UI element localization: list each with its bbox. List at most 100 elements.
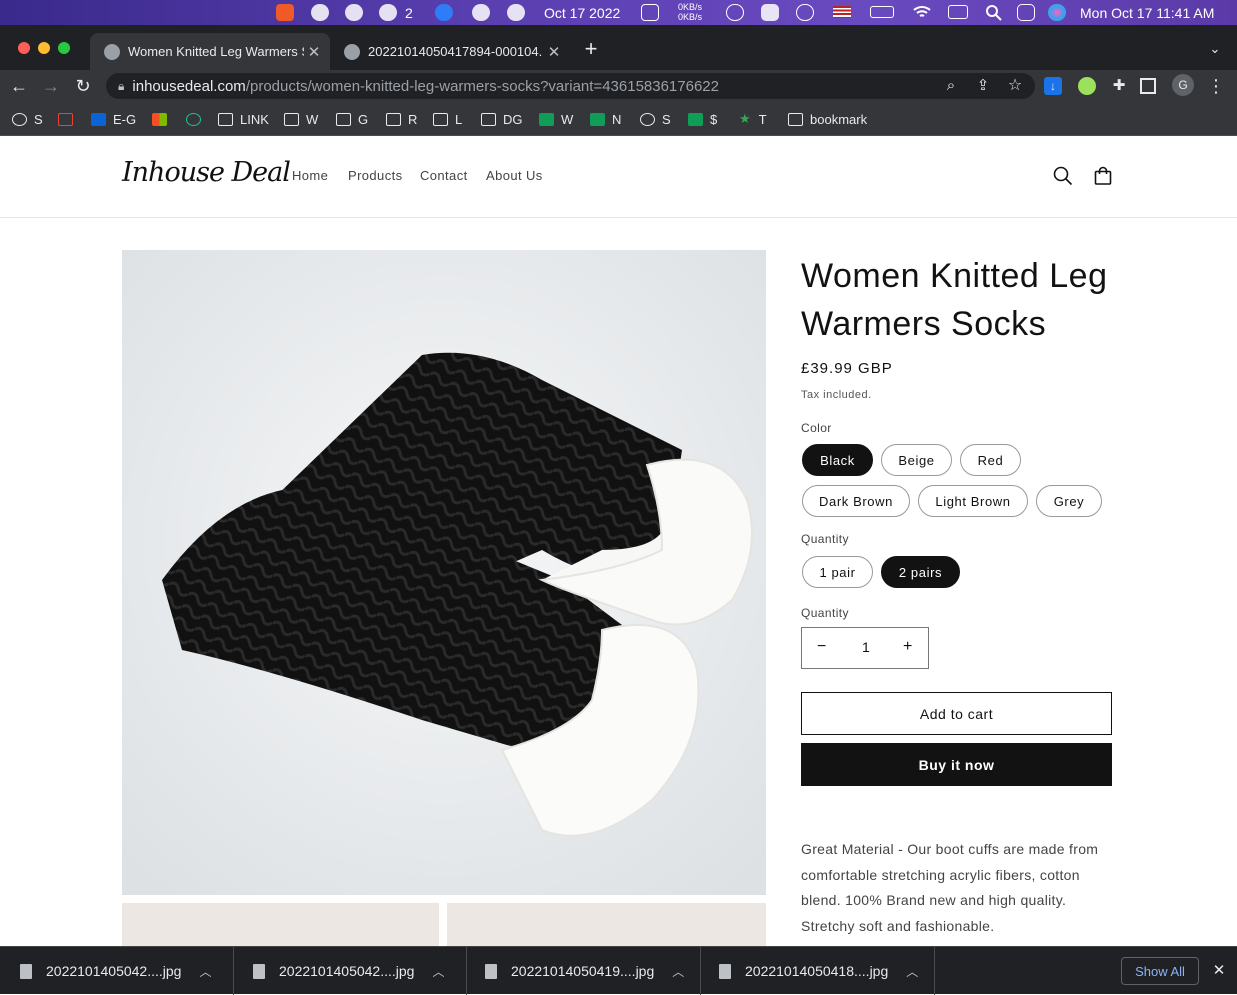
product-main-image[interactable] bbox=[122, 250, 766, 895]
pack-label: Quantity bbox=[801, 532, 849, 546]
bookmark-item[interactable] bbox=[186, 111, 208, 127]
bookmark-folder[interactable]: DG bbox=[481, 111, 523, 127]
keyboard-icon[interactable] bbox=[948, 5, 968, 19]
quantity-input[interactable]: 1 bbox=[862, 639, 870, 655]
file-icon bbox=[719, 963, 731, 979]
address-bar[interactable]: 🔒︎ inhousedeal.com /products/women-knitt… bbox=[106, 73, 1035, 99]
quantity-decrease-button[interactable]: − bbox=[817, 638, 826, 656]
buy-it-now-button[interactable]: Buy it now bbox=[801, 743, 1112, 786]
bookmark-folder[interactable]: G bbox=[336, 111, 368, 127]
nav-about-us[interactable]: About Us bbox=[486, 168, 543, 183]
tab-search-chevron-icon[interactable]: ⌄ bbox=[1204, 38, 1226, 60]
bookmark-item[interactable]: $ bbox=[688, 111, 717, 127]
cat-icon[interactable] bbox=[472, 4, 490, 21]
color-option-red[interactable]: Red bbox=[960, 444, 1021, 476]
add-to-cart-button[interactable]: Add to cart bbox=[801, 692, 1112, 735]
color-option-beige[interactable]: Beige bbox=[881, 444, 952, 476]
us-flag-icon[interactable] bbox=[833, 6, 851, 18]
search-icon[interactable] bbox=[1053, 166, 1073, 186]
download-extension-icon[interactable]: ↓ bbox=[1044, 77, 1062, 95]
site-logo[interactable]: Inhouse Deal bbox=[122, 157, 291, 188]
bookmark-folder[interactable]: W bbox=[284, 111, 318, 127]
tab-close-icon[interactable]: ✕ bbox=[304, 43, 324, 61]
app-icon[interactable] bbox=[276, 4, 294, 21]
download-item[interactable]: 20221014050418....jpg ︿ bbox=[701, 947, 935, 995]
bookmark-item[interactable] bbox=[152, 111, 174, 127]
color-option-black[interactable]: Black bbox=[802, 444, 873, 476]
bookmark-folder[interactable]: L bbox=[433, 111, 462, 127]
window-minimize-button[interactable] bbox=[38, 42, 50, 54]
tab-close-icon[interactable]: ✕ bbox=[544, 43, 564, 61]
vpn-icon[interactable] bbox=[507, 4, 525, 21]
chevron-up-icon[interactable]: ︿ bbox=[199, 963, 211, 980]
close-downloads-icon[interactable]: ✕ bbox=[1210, 961, 1228, 979]
bookmark-folder[interactable]: LINK bbox=[218, 111, 269, 127]
folder-icon bbox=[218, 112, 233, 126]
qq-icon[interactable] bbox=[345, 4, 363, 21]
sheets-icon bbox=[539, 112, 554, 126]
bookmark-item[interactable] bbox=[58, 111, 80, 127]
nav-contact[interactable]: Contact bbox=[420, 168, 468, 183]
product-thumbnail[interactable] bbox=[447, 903, 766, 946]
star-icon: ★ bbox=[739, 111, 751, 126]
pack-option-1-pair[interactable]: 1 pair bbox=[802, 556, 873, 588]
bookmark-item[interactable]: W bbox=[539, 111, 573, 127]
bookmark-folder[interactable]: bookmark bbox=[788, 111, 867, 127]
globe-icon bbox=[640, 112, 655, 126]
chevron-up-icon[interactable]: ︿ bbox=[906, 963, 918, 980]
line-icon[interactable] bbox=[311, 4, 329, 21]
reload-icon[interactable]: ↻ bbox=[72, 75, 94, 97]
sheets-icon bbox=[688, 112, 703, 126]
color-option-light-brown[interactable]: Light Brown bbox=[918, 485, 1028, 517]
fantastical-icon[interactable] bbox=[726, 4, 744, 21]
chevron-up-icon[interactable]: ︿ bbox=[432, 963, 444, 980]
bookmark-item[interactable]: ★ T bbox=[739, 111, 767, 127]
cat-face-icon[interactable] bbox=[641, 4, 659, 21]
bookmark-folder[interactable]: R bbox=[386, 111, 417, 127]
pack-option-2-pairs[interactable]: 2 pairs bbox=[881, 556, 960, 588]
browser-tab[interactable]: 20221014050417894-000104. ✕ bbox=[330, 33, 570, 70]
product-thumbnail[interactable] bbox=[122, 903, 439, 946]
bookmark-item[interactable]: N bbox=[590, 111, 621, 127]
folder-icon bbox=[433, 112, 448, 126]
battery-icon[interactable] bbox=[870, 6, 894, 18]
color-option-grey[interactable]: Grey bbox=[1036, 485, 1102, 517]
chrome-menu-icon[interactable]: ⋮ bbox=[1205, 75, 1227, 97]
chevron-up-icon[interactable]: ︿ bbox=[672, 963, 684, 980]
window-zoom-button[interactable] bbox=[58, 42, 70, 54]
siri-icon[interactable] bbox=[1048, 4, 1066, 21]
cart-icon[interactable] bbox=[1093, 166, 1113, 186]
check-icon[interactable] bbox=[761, 4, 779, 21]
bookmark-item[interactable]: S bbox=[640, 111, 671, 127]
browser-tab-active[interactable]: Women Knitted Leg Warmers S ✕ bbox=[90, 33, 330, 70]
window-close-button[interactable] bbox=[18, 42, 30, 54]
forward-arrow-icon[interactable]: → bbox=[40, 75, 62, 97]
spotlight-search-icon[interactable] bbox=[985, 4, 1003, 21]
extension-circle-icon[interactable] bbox=[1078, 77, 1096, 95]
profile-avatar[interactable]: G bbox=[1172, 74, 1194, 96]
side-panel-icon[interactable] bbox=[1140, 78, 1156, 94]
download-item[interactable]: 20221014050419....jpg ︿ bbox=[467, 947, 701, 995]
quantity-increase-button[interactable]: + bbox=[903, 638, 912, 656]
new-tab-button[interactable]: + bbox=[580, 38, 602, 60]
nav-home[interactable]: Home bbox=[292, 168, 328, 183]
url-domain: inhousedeal.com bbox=[132, 77, 246, 95]
teamviewer-icon[interactable] bbox=[435, 4, 453, 21]
zoom-icon[interactable]: ⌕ bbox=[940, 75, 962, 97]
color-option-dark-brown[interactable]: Dark Brown bbox=[802, 485, 910, 517]
show-all-button[interactable]: Show All bbox=[1121, 957, 1199, 985]
back-arrow-icon[interactable]: ← bbox=[8, 75, 30, 97]
product-price: £39.99 GBP bbox=[801, 360, 893, 377]
time-machine-icon[interactable] bbox=[796, 4, 814, 21]
extensions-puzzle-icon[interactable]: ✚ bbox=[1108, 75, 1130, 97]
download-item[interactable]: 2022101405042....jpg ︿ bbox=[0, 947, 234, 995]
wifi-icon[interactable] bbox=[913, 4, 931, 21]
download-item[interactable]: 2022101405042....jpg ︿ bbox=[234, 947, 467, 995]
bookmark-item[interactable]: S bbox=[12, 111, 43, 127]
share-icon[interactable]: ⇪ bbox=[972, 75, 994, 97]
bookmark-item[interactable]: E-G bbox=[91, 111, 136, 127]
nav-products[interactable]: Products bbox=[348, 168, 403, 183]
control-center-icon[interactable] bbox=[1017, 4, 1035, 21]
bookmark-star-icon[interactable]: ☆ bbox=[1004, 75, 1026, 97]
wechat-icon[interactable] bbox=[379, 4, 397, 21]
